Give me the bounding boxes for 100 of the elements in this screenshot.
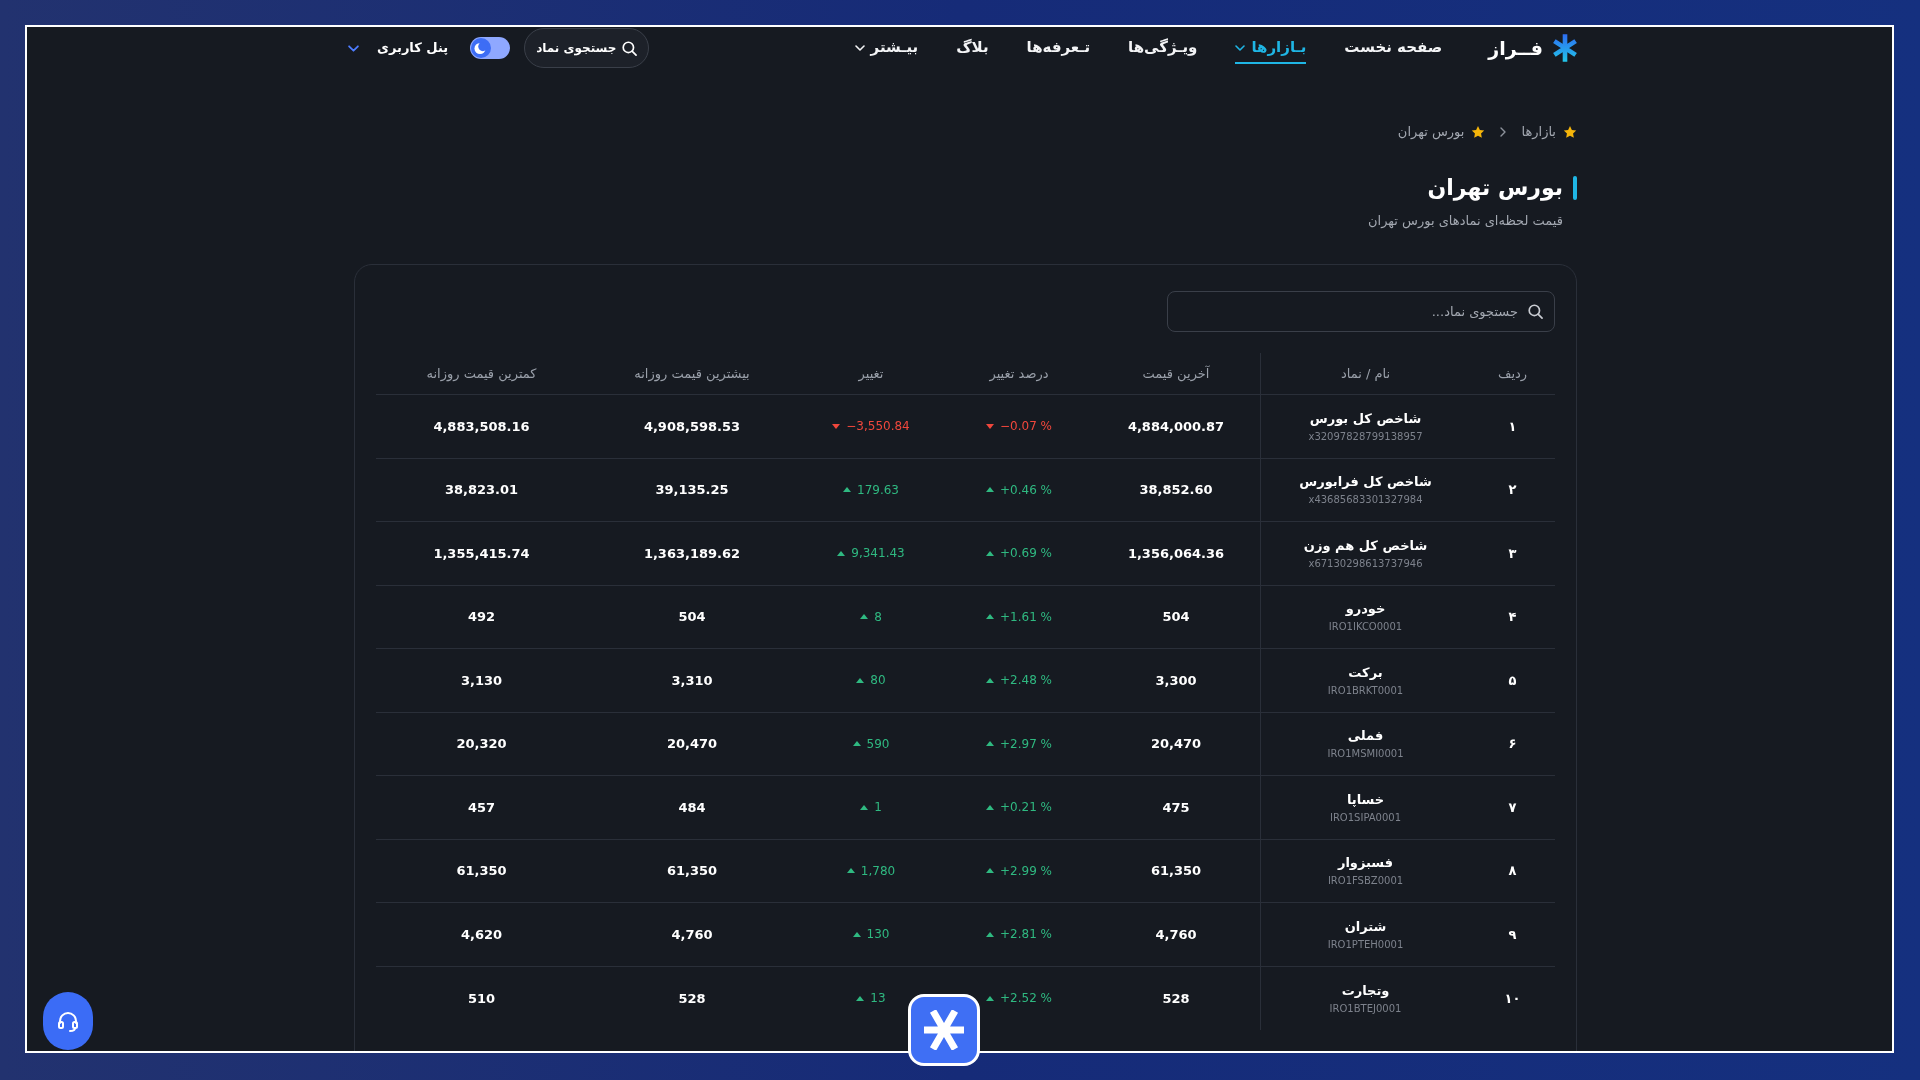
breadcrumb-link[interactable]: بورس تهران bbox=[1397, 122, 1465, 142]
symbol-code: IRO1BTEJ0001 bbox=[1329, 1001, 1402, 1015]
nav-link[interactable]: ویـژگی‌ها bbox=[1128, 32, 1198, 64]
symbol-code: x67130298613737946 bbox=[1308, 556, 1423, 570]
change-percent: +0.69 % bbox=[1000, 545, 1052, 563]
symbol-name: شتران bbox=[1344, 917, 1387, 936]
symbol-code: x43685683301327984 bbox=[1308, 493, 1423, 507]
symbol-name: شاخص کل بورس bbox=[1309, 409, 1422, 428]
search-field[interactable]: جستجوی نماد... bbox=[1167, 291, 1555, 332]
symbol-name: فسبزوار bbox=[1337, 854, 1394, 873]
breadcrumb-link[interactable]: بازارها bbox=[1521, 122, 1556, 142]
change-value: 130 bbox=[866, 926, 890, 944]
daily-high-price: 61,350 bbox=[666, 862, 718, 880]
column-header: کمترین قیمت روزانه bbox=[426, 364, 537, 384]
row-number: ۲ bbox=[1508, 481, 1517, 499]
nav-link[interactable]: تـعرفه‌ها bbox=[1026, 32, 1091, 64]
row-number: ۴ bbox=[1508, 608, 1517, 626]
moon-icon bbox=[471, 38, 492, 58]
daily-high-price: 504 bbox=[678, 608, 706, 626]
change-value: −3,550.84 bbox=[846, 418, 910, 436]
daily-low-price: 4,620 bbox=[460, 925, 503, 944]
change-percent: +0.46 % bbox=[1000, 481, 1052, 499]
daily-high-price: 528 bbox=[678, 989, 706, 1008]
daily-low-price: 492 bbox=[467, 608, 496, 626]
user-panel-menu[interactable]: پنل کاربری bbox=[348, 38, 449, 58]
last-price: 38,852.60 bbox=[1139, 481, 1213, 499]
change-value: 13 bbox=[870, 990, 886, 1008]
change-percent: +0.21 % bbox=[1000, 799, 1052, 817]
change-percent: +2.97 % bbox=[1000, 735, 1052, 753]
row-number: ۹ bbox=[1508, 925, 1517, 944]
nav-link[interactable]: بلاگ bbox=[956, 32, 989, 64]
star-icon bbox=[1563, 125, 1577, 139]
nav-link[interactable]: بـازارها bbox=[1235, 32, 1307, 64]
chevron-down-icon bbox=[348, 44, 359, 52]
symbol-code: IRO1PTEH0001 bbox=[1327, 937, 1404, 951]
row-number: ۶ bbox=[1508, 735, 1517, 753]
symbol-code: x32097828799138957 bbox=[1308, 429, 1423, 443]
row-number: ۵ bbox=[1508, 671, 1517, 690]
nav-link[interactable]: بیـشتر bbox=[854, 32, 919, 64]
change-value: 80 bbox=[870, 672, 886, 690]
daily-low-price: 20,320 bbox=[456, 735, 507, 753]
last-price: 61,350 bbox=[1150, 862, 1202, 880]
symbol-name: خودرو bbox=[1345, 600, 1386, 619]
daily-low-price: 4,883,508.16 bbox=[433, 417, 530, 436]
symbol-code: IRO1IKCO0001 bbox=[1328, 620, 1403, 634]
symbol-name: فملی bbox=[1347, 727, 1384, 746]
daily-high-price: 39,135.25 bbox=[655, 481, 729, 499]
daily-low-price: 1,355,415.74 bbox=[433, 544, 530, 563]
last-price: 475 bbox=[1162, 798, 1190, 817]
asterisk-logo-icon bbox=[1553, 34, 1577, 62]
change-value: 179.63 bbox=[857, 481, 899, 499]
change-value: 1,780 bbox=[860, 862, 896, 880]
daily-low-price: 61,350 bbox=[456, 862, 507, 880]
last-price: 1,356,064.36 bbox=[1127, 544, 1225, 563]
symbol-name: شاخص کل فرابورس bbox=[1299, 473, 1432, 492]
row-number: ۱۰ bbox=[1504, 989, 1521, 1008]
change-value: 1 bbox=[874, 799, 882, 817]
change-value: 9,341.43 bbox=[851, 545, 905, 563]
column-header: تغییر bbox=[858, 364, 884, 384]
last-price: 504 bbox=[1162, 608, 1190, 626]
title-accent-bar bbox=[1573, 176, 1577, 200]
daily-low-price: 510 bbox=[467, 989, 496, 1008]
logo-text: فــراز bbox=[1488, 35, 1543, 62]
symbol-name: خساپا bbox=[1346, 790, 1385, 809]
daily-high-price: 484 bbox=[678, 798, 706, 817]
column-header: آخرین قیمت bbox=[1142, 364, 1210, 384]
change-percent: +2.52 % bbox=[1000, 990, 1052, 1008]
nav-link[interactable]: صفحه نخست bbox=[1344, 32, 1443, 64]
daily-high-price: 20,470 bbox=[666, 735, 718, 753]
change-percent: −0.07 % bbox=[1000, 418, 1052, 436]
column-header: بیشترین قیمت روزانه bbox=[634, 364, 750, 384]
page-subtitle: قیمت لحظه‌ای نمادهای بورس تهران bbox=[1367, 212, 1563, 231]
search-icon bbox=[1528, 304, 1543, 319]
last-price: 528 bbox=[1162, 989, 1190, 1008]
last-price: 4,884,000.87 bbox=[1127, 417, 1225, 436]
daily-high-price: 4,760 bbox=[671, 925, 713, 944]
symbol-name: وتجارت bbox=[1341, 981, 1390, 1000]
symbol-search-button[interactable]: جستجوی نماد bbox=[524, 28, 650, 68]
last-price: 20,470 bbox=[1150, 735, 1202, 753]
headset-icon bbox=[56, 1009, 80, 1033]
daily-high-price: 3,310 bbox=[671, 671, 713, 690]
daily-high-price: 1,363,189.62 bbox=[643, 544, 741, 563]
symbol-code: IRO1MSMI0001 bbox=[1327, 747, 1404, 761]
symbol-name: برکت bbox=[1348, 663, 1383, 682]
page-title: بورس تهران bbox=[1427, 174, 1563, 203]
symbol-code: IRO1FSBZ0001 bbox=[1327, 874, 1404, 888]
daily-low-price: 38,823.01 bbox=[444, 481, 519, 499]
symbol-code: IRO1BRKT0001 bbox=[1327, 683, 1404, 697]
change-percent: +2.48 % bbox=[1000, 672, 1052, 690]
search-icon bbox=[622, 40, 638, 56]
column-header: نام / نماد bbox=[1340, 364, 1391, 383]
theme-toggle[interactable] bbox=[470, 37, 511, 59]
column-header: ردیف bbox=[1497, 364, 1528, 384]
column-header: درصد تغییر bbox=[989, 364, 1049, 384]
app-logo-button[interactable] bbox=[908, 994, 980, 1066]
last-price: 4,760 bbox=[1155, 925, 1197, 944]
symbol-code: IRO1SIPA0001 bbox=[1329, 810, 1402, 824]
daily-high-price: 4,908,598.53 bbox=[643, 417, 741, 436]
asterisk-icon bbox=[924, 1010, 964, 1050]
row-number: ۳ bbox=[1508, 544, 1517, 563]
